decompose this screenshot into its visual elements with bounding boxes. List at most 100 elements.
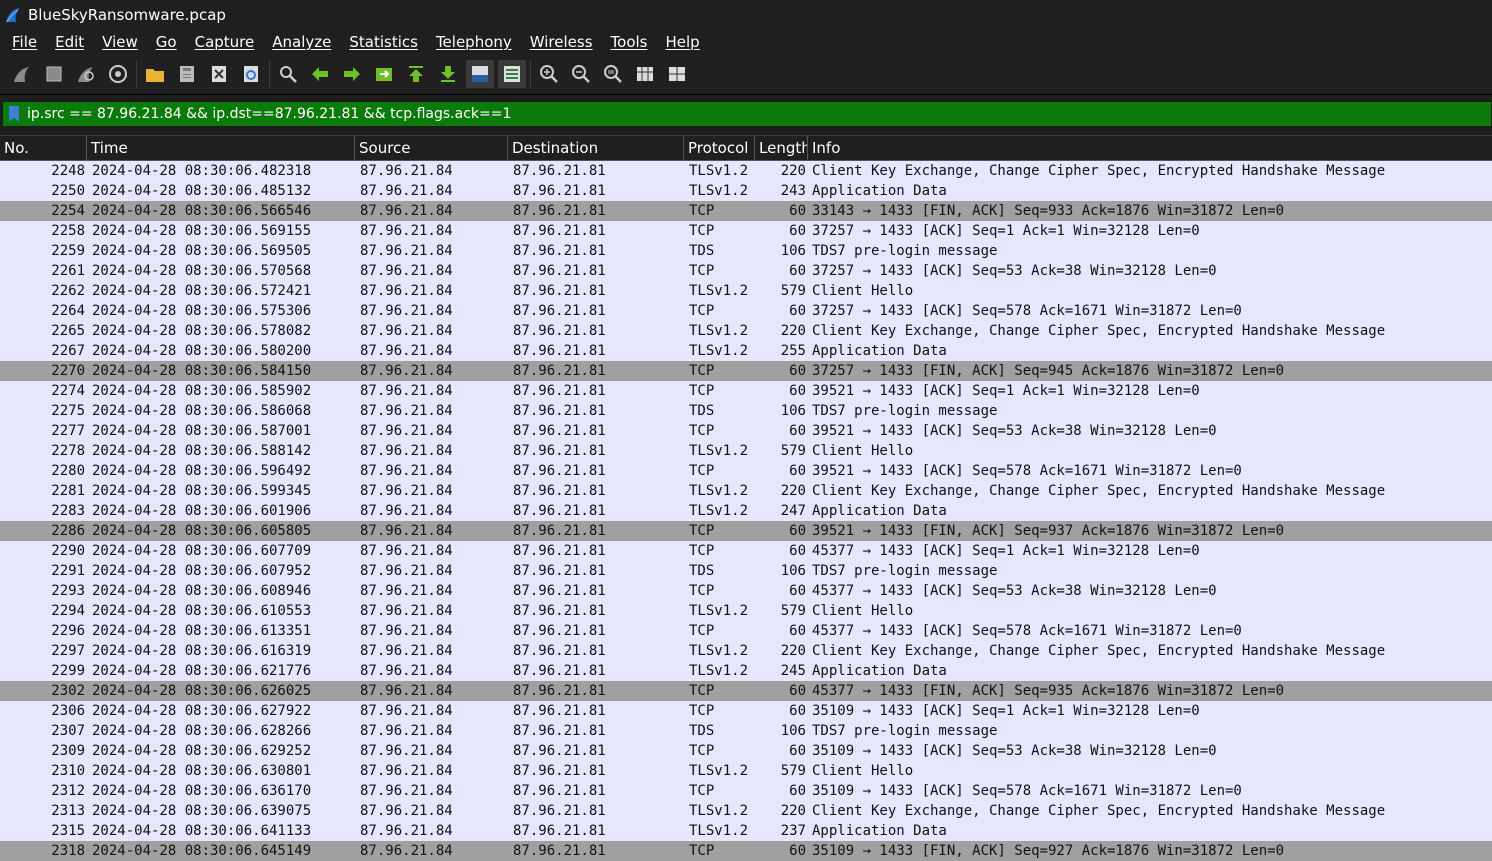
packet-no: 2296 (51, 623, 85, 639)
filter-bookmark-icon[interactable] (3, 102, 25, 126)
column-header-length[interactable]: Length (755, 136, 808, 160)
window-title: BlueSkyRansomware.pcap (28, 6, 226, 24)
column-header-protocol[interactable]: Protocol (684, 136, 755, 160)
packet-protocol: TCP (689, 363, 715, 379)
go-back-icon[interactable] (306, 60, 334, 88)
packet-row[interactable]: 2293 2024-04-28 08:30:06.608946 87.96.21.8… (0, 581, 1492, 601)
packet-time: 2024-04-28 08:30:06.616319 (92, 643, 312, 659)
packet-length: 255 (780, 343, 806, 359)
first-packet-icon[interactable] (402, 60, 430, 88)
packet-row[interactable]: 2306 2024-04-28 08:30:06.627922 87.96.21.8… (0, 701, 1492, 721)
packet-source: 87.96.21.84 (360, 243, 453, 259)
packet-row[interactable]: 2297 2024-04-28 08:30:06.616319 87.96.21.8… (0, 641, 1492, 661)
packet-row[interactable]: 2280 2024-04-28 08:30:06.596492 87.96.21.8… (0, 461, 1492, 481)
menu-go[interactable]: Go (147, 33, 186, 51)
normal-size-icon[interactable] (599, 60, 627, 88)
zoom-in-icon[interactable] (535, 60, 563, 88)
column-header-source[interactable]: Source (355, 136, 508, 160)
packet-length: 60 (789, 383, 806, 399)
packet-row[interactable]: 2248 2024-04-28 08:30:06.482318 87.96.21.8… (0, 161, 1492, 181)
packet-length: 220 (780, 323, 806, 339)
packet-row[interactable]: 2310 2024-04-28 08:30:06.630801 87.96.21.8… (0, 761, 1492, 781)
packet-row[interactable]: 2254 2024-04-28 08:30:06.566546 87.96.21.8… (0, 201, 1492, 221)
packet-row[interactable]: 2290 2024-04-28 08:30:06.607709 87.96.21.8… (0, 541, 1492, 561)
menu-tools[interactable]: Tools (602, 33, 657, 51)
packet-row[interactable]: 2264 2024-04-28 08:30:06.575306 87.96.21.8… (0, 301, 1492, 321)
colorize-icon[interactable] (498, 60, 526, 88)
packet-no: 2265 (51, 323, 85, 339)
packet-row[interactable]: 2250 2024-04-28 08:30:06.485132 87.96.21.8… (0, 181, 1492, 201)
last-packet-icon[interactable] (434, 60, 462, 88)
packet-destination: 87.96.21.81 (513, 823, 606, 839)
display-filter-input[interactable] (25, 106, 1491, 122)
packet-row[interactable]: 2296 2024-04-28 08:30:06.613351 87.96.21.8… (0, 621, 1492, 641)
packet-info: 37257 → 1433 [FIN, ACK] Seq=945 Ack=1876… (812, 363, 1285, 379)
column-header-time[interactable]: Time (87, 136, 355, 160)
packet-info: 35109 → 1433 [ACK] Seq=1 Ack=1 Win=32128… (812, 703, 1200, 719)
column-header-info[interactable]: Info (808, 136, 1492, 160)
packet-row[interactable]: 2291 2024-04-28 08:30:06.607952 87.96.21.8… (0, 561, 1492, 581)
packet-row[interactable]: 2267 2024-04-28 08:30:06.580200 87.96.21.8… (0, 341, 1492, 361)
packet-destination: 87.96.21.81 (513, 383, 606, 399)
packet-row[interactable]: 2283 2024-04-28 08:30:06.601906 87.96.21.8… (0, 501, 1492, 521)
close-file-icon[interactable] (205, 60, 233, 88)
open-file-icon[interactable] (141, 60, 169, 88)
layout-icon[interactable] (663, 60, 691, 88)
find-icon[interactable] (274, 60, 302, 88)
packet-no: 2309 (51, 743, 85, 759)
column-header-no[interactable]: No. (0, 136, 87, 160)
packet-row[interactable]: 2312 2024-04-28 08:30:06.636170 87.96.21.8… (0, 781, 1492, 801)
go-forward-icon[interactable] (338, 60, 366, 88)
packet-row[interactable]: 2258 2024-04-28 08:30:06.569155 87.96.21.8… (0, 221, 1492, 241)
packet-row[interactable]: 2302 2024-04-28 08:30:06.626025 87.96.21.8… (0, 681, 1492, 701)
menu-edit[interactable]: Edit (46, 33, 93, 51)
menu-analyze[interactable]: Analyze (263, 33, 340, 51)
packet-row[interactable]: 2315 2024-04-28 08:30:06.641133 87.96.21.8… (0, 821, 1492, 841)
packet-row[interactable]: 2265 2024-04-28 08:30:06.578082 87.96.21.8… (0, 321, 1492, 341)
packet-info: Client Hello (812, 603, 914, 619)
stop-icon[interactable] (40, 60, 68, 88)
menu-view[interactable]: View (93, 33, 147, 51)
reload-icon[interactable] (237, 60, 265, 88)
menu-help[interactable]: Help (656, 33, 708, 51)
packet-info: TDS7 pre-login message (812, 723, 998, 739)
shark-fin-start-icon[interactable] (8, 60, 36, 88)
packet-row[interactable]: 2313 2024-04-28 08:30:06.639075 87.96.21.8… (0, 801, 1492, 821)
packet-time: 2024-04-28 08:30:06.639075 (92, 803, 312, 819)
packet-row[interactable]: 2294 2024-04-28 08:30:06.610553 87.96.21.8… (0, 601, 1492, 621)
packet-row[interactable]: 2278 2024-04-28 08:30:06.588142 87.96.21.8… (0, 441, 1492, 461)
packet-no: 2293 (51, 583, 85, 599)
packet-row[interactable]: 2259 2024-04-28 08:30:06.569505 87.96.21.8… (0, 241, 1492, 261)
packet-row[interactable]: 2307 2024-04-28 08:30:06.628266 87.96.21.8… (0, 721, 1492, 741)
menu-statistics[interactable]: Statistics (340, 33, 427, 51)
packet-row[interactable]: 2318 2024-04-28 08:30:06.645149 87.96.21.8… (0, 841, 1492, 861)
menu-file[interactable]: File (3, 33, 46, 51)
packet-length: 60 (789, 263, 806, 279)
packet-source: 87.96.21.84 (360, 723, 453, 739)
packet-row[interactable]: 2299 2024-04-28 08:30:06.621776 87.96.21.8… (0, 661, 1492, 681)
packet-row[interactable]: 2281 2024-04-28 08:30:06.599345 87.96.21.8… (0, 481, 1492, 501)
packet-row[interactable]: 2277 2024-04-28 08:30:06.587001 87.96.21.8… (0, 421, 1492, 441)
menu-wireless[interactable]: Wireless (521, 33, 602, 51)
packet-row[interactable]: 2275 2024-04-28 08:30:06.586068 87.96.21.8… (0, 401, 1492, 421)
packet-row[interactable]: 2286 2024-04-28 08:30:06.605805 87.96.21.8… (0, 521, 1492, 541)
resize-columns-icon[interactable] (631, 60, 659, 88)
packet-row[interactable]: 2270 2024-04-28 08:30:06.584150 87.96.21.8… (0, 361, 1492, 381)
auto-scroll-icon[interactable] (466, 60, 494, 88)
packet-protocol: TLSv1.2 (689, 643, 749, 659)
save-file-icon[interactable] (173, 60, 201, 88)
packet-no: 2291 (51, 563, 85, 579)
capture-options-icon[interactable] (104, 60, 132, 88)
packet-row[interactable]: 2309 2024-04-28 08:30:06.629252 87.96.21.8… (0, 741, 1492, 761)
menu-capture[interactable]: Capture (186, 33, 264, 51)
packet-row[interactable]: 2274 2024-04-28 08:30:06.585902 87.96.21.8… (0, 381, 1492, 401)
column-header-destination[interactable]: Destination (508, 136, 684, 160)
packet-row[interactable]: 2261 2024-04-28 08:30:06.570568 87.96.21.8… (0, 261, 1492, 281)
restart-icon[interactable] (72, 60, 100, 88)
menu-telephony[interactable]: Telephony (427, 33, 521, 51)
zoom-out-icon[interactable] (567, 60, 595, 88)
packet-time: 2024-04-28 08:30:06.570568 (92, 263, 312, 279)
packet-row[interactable]: 2262 2024-04-28 08:30:06.572421 87.96.21.8… (0, 281, 1492, 301)
go-to-packet-icon[interactable] (370, 60, 398, 88)
packet-protocol: TCP (689, 303, 715, 319)
